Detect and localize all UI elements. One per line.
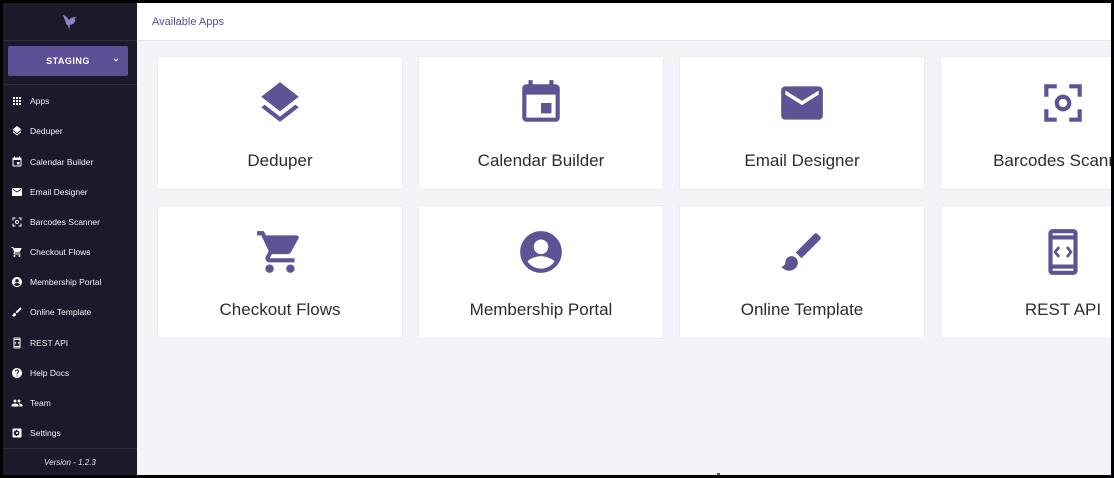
sidebar-item-label: Apps: [30, 96, 50, 107]
sidebar-item-rest-api[interactable]: REST API: [3, 328, 137, 358]
sidebar-item-online-template[interactable]: Online Template: [3, 297, 137, 327]
sidebar-item-team[interactable]: Team: [3, 388, 137, 418]
app-window: STAGING Apps Deduper Calendar Builder Em…: [3, 3, 1111, 475]
sidebar-item-label: Help Docs: [30, 367, 70, 378]
sidebar: STAGING Apps Deduper Calendar Builder Em…: [3, 3, 137, 475]
sidebar-item-label: Team: [30, 398, 51, 409]
scanner-icon: [1038, 78, 1088, 128]
apps-grid: Deduper Calendar Builder Email Designer …: [157, 56, 1111, 339]
mail-icon: [777, 78, 827, 128]
sidebar-item-label: Barcodes Scanner: [30, 216, 100, 227]
version-label: Version - 1.2.3: [3, 448, 137, 475]
sidebar-item-settings[interactable]: Settings: [3, 418, 137, 448]
mouse-cursor: [717, 473, 720, 475]
environment-label: STAGING: [46, 56, 90, 67]
app-card-title: Deduper: [247, 151, 313, 170]
cart-icon: [11, 246, 23, 258]
chevron-down-icon: [113, 58, 119, 62]
api-icon: [1038, 227, 1088, 277]
app-card-calendar-builder[interactable]: Calendar Builder: [418, 56, 664, 190]
sidebar-item-checkout-flows[interactable]: Checkout Flows: [3, 237, 137, 267]
sidebar-item-barcodes-scanner[interactable]: Barcodes Scanner: [3, 207, 137, 237]
account-icon: [516, 227, 566, 277]
sidebar-item-label: Online Template: [30, 307, 92, 318]
calendar-icon: [11, 156, 23, 168]
sidebar-item-deduper[interactable]: Deduper: [3, 116, 137, 146]
hummingbird-logo-icon: [62, 14, 78, 30]
app-card-checkout-flows[interactable]: Checkout Flows: [157, 205, 403, 339]
app-card-online-template[interactable]: Online Template: [679, 205, 925, 339]
environment-selector-wrap: STAGING: [3, 41, 137, 86]
app-card-title: REST API: [1024, 300, 1102, 319]
page-title: Available Apps: [152, 15, 224, 28]
layers-icon: [255, 78, 305, 128]
logo[interactable]: [3, 3, 137, 42]
app-card-title: Membership Portal: [469, 300, 613, 319]
brush-icon: [11, 306, 23, 318]
settings-icon: [11, 427, 23, 439]
help-icon: [11, 367, 23, 379]
app-card-membership-portal[interactable]: Membership Portal: [418, 205, 664, 339]
sidebar-item-label: Deduper: [30, 126, 63, 137]
cart-icon: [255, 227, 305, 277]
api-icon: [11, 337, 23, 349]
sidebar-item-calendar-builder[interactable]: Calendar Builder: [3, 146, 137, 176]
sidebar-item-label: Membership Portal: [30, 277, 102, 288]
app-card-title: Email Designer: [744, 151, 860, 170]
sidebar-item-membership-portal[interactable]: Membership Portal: [3, 267, 137, 297]
sidebar-item-label: Calendar Builder: [30, 156, 94, 167]
app-card-barcodes-scanner[interactable]: Barcodes Scanner: [940, 56, 1111, 190]
team-icon: [11, 397, 23, 409]
scanner-icon: [11, 216, 23, 228]
brush-icon: [777, 227, 827, 277]
app-card-deduper[interactable]: Deduper: [157, 56, 403, 190]
mail-icon: [11, 186, 23, 198]
sidebar-item-label: Checkout Flows: [30, 247, 91, 258]
layers-icon: [11, 125, 23, 137]
app-card-title: Calendar Builder: [477, 151, 605, 170]
sidebar-item-label: Email Designer: [30, 186, 88, 197]
app-card-email-designer[interactable]: Email Designer: [679, 56, 925, 190]
app-card-title: Checkout Flows: [219, 300, 341, 319]
app-card-rest-api[interactable]: REST API: [940, 205, 1111, 339]
calendar-icon: [516, 78, 566, 128]
account-icon: [11, 276, 23, 288]
app-card-title: Online Template: [740, 300, 864, 319]
sidebar-item-label: REST API: [30, 337, 69, 348]
sidebar-item-label: Settings: [30, 428, 61, 439]
sidebar-nav: Apps Deduper Calendar Builder Email Desi…: [3, 85, 137, 448]
app-card-title: Barcodes Scanner: [993, 151, 1111, 170]
sidebar-item-apps[interactable]: Apps: [3, 86, 137, 116]
apps-grid-icon: [11, 95, 23, 107]
sidebar-item-email-designer[interactable]: Email Designer: [3, 177, 137, 207]
page-header: Available Apps: [137, 3, 1111, 41]
environment-dropdown[interactable]: STAGING: [8, 46, 128, 77]
main-content: Available Apps Deduper Calendar Builder …: [137, 3, 1111, 475]
sidebar-item-help-docs[interactable]: Help Docs: [3, 358, 137, 388]
